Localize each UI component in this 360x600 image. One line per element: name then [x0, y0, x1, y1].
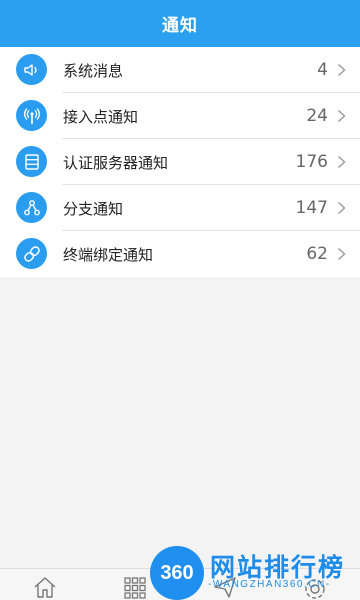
watermark-logo-text: 360 — [160, 561, 194, 584]
watermark-subtitle: -WANGZHAN360.CN- — [208, 579, 331, 590]
server-icon — [16, 146, 47, 177]
grid-icon — [124, 577, 146, 599]
watermark: 360 网站排行榜 -WANGZHAN360.CN- — [150, 546, 355, 600]
watermark-logo: 360 — [150, 546, 204, 600]
item-count: 62 — [306, 244, 328, 264]
notification-list: 系统消息 4 接入点通知 24 认证服务器通知 176 分支通知 147 终端绑… — [0, 47, 360, 277]
tab-home[interactable] — [25, 572, 65, 600]
item-label: 终端绑定通知 — [63, 245, 154, 264]
chevron-right-icon — [338, 201, 346, 215]
item-count: 176 — [295, 152, 328, 172]
header-bar: 通知 — [0, 0, 360, 47]
chevron-right-icon — [338, 63, 346, 77]
chevron-right-icon — [338, 155, 346, 169]
item-label: 系统消息 — [63, 61, 124, 80]
list-item-system-messages[interactable]: 系统消息 4 — [0, 47, 360, 93]
list-item-access-point[interactable]: 接入点通知 24 — [0, 93, 360, 139]
item-count: 147 — [295, 198, 328, 218]
home-icon — [34, 577, 56, 598]
item-count: 24 — [306, 106, 328, 126]
speaker-icon — [16, 54, 47, 85]
item-label: 分支通知 — [63, 199, 124, 218]
item-label: 接入点通知 — [63, 107, 139, 126]
page-title: 通知 — [162, 16, 198, 36]
list-item-terminal-binding[interactable]: 终端绑定通知 62 — [0, 231, 360, 277]
chevron-right-icon — [338, 247, 346, 261]
list-item-branch[interactable]: 分支通知 147 — [0, 185, 360, 231]
tab-apps[interactable] — [115, 572, 155, 600]
chevron-right-icon — [338, 109, 346, 123]
item-label: 认证服务器通知 — [63, 153, 169, 172]
link-icon — [16, 238, 47, 269]
list-item-auth-server[interactable]: 认证服务器通知 176 — [0, 139, 360, 185]
access-point-icon — [16, 100, 47, 131]
item-count: 4 — [317, 60, 328, 80]
branch-icon — [16, 192, 47, 223]
